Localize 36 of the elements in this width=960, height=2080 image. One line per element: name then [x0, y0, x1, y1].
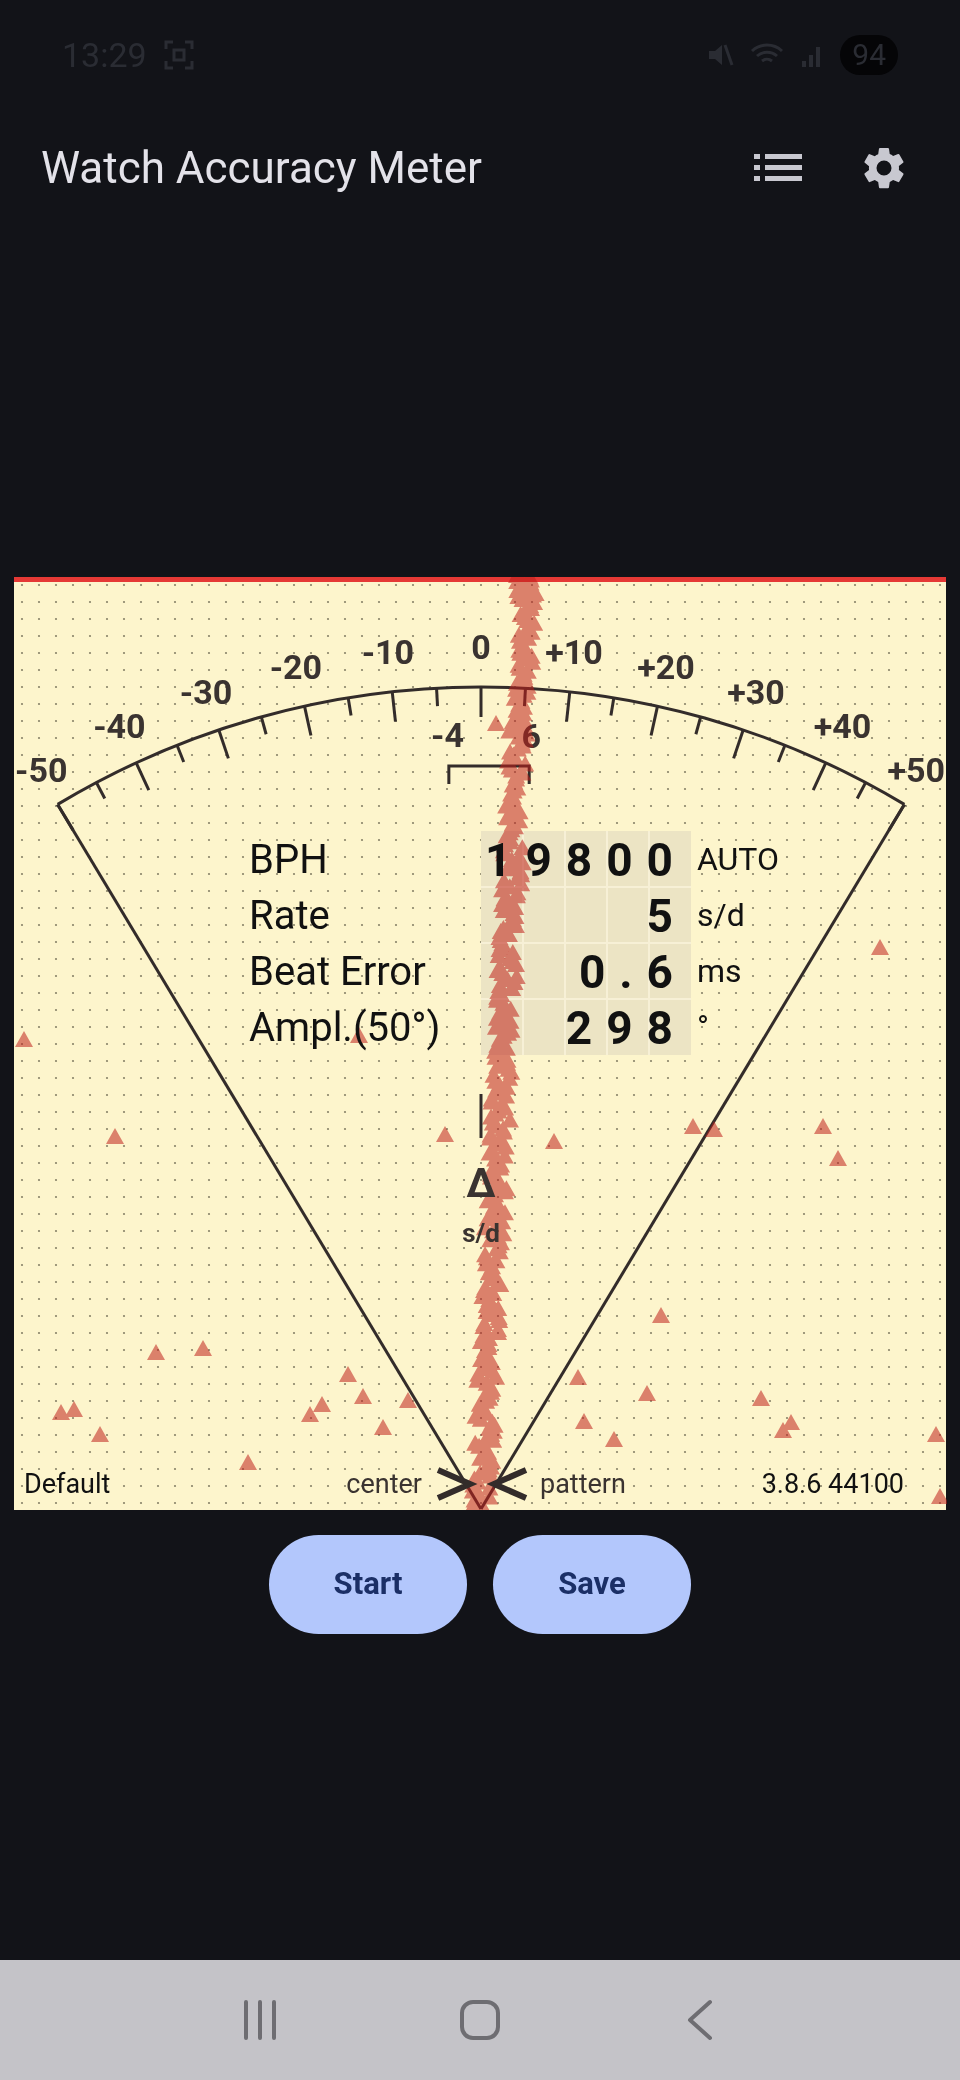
- screenshot-icon: [162, 39, 195, 71]
- reading-value: 19800: [485, 833, 687, 887]
- app-title: Watch Accuracy Meter: [41, 140, 483, 196]
- reading-label: Rate: [249, 892, 330, 939]
- reading-label: Beat Error: [249, 948, 426, 995]
- reading-value: 298: [565, 1001, 687, 1055]
- scale-label: -50: [15, 750, 68, 791]
- scale-label: +30: [727, 672, 785, 712]
- reading-label: Ampl.(50°): [249, 1004, 441, 1051]
- reading-unit: s/d: [697, 896, 745, 934]
- center-marker: [479, 1094, 483, 1138]
- scale-label: 0: [471, 627, 491, 667]
- reading-value: 0.6: [578, 945, 687, 999]
- scale-label: -40: [93, 706, 146, 747]
- delta-unit: s/d: [462, 1218, 500, 1248]
- scale-label: -10: [361, 632, 415, 673]
- reading-value: 5: [646, 889, 687, 943]
- reading-unit: °: [697, 1008, 709, 1046]
- pattern-hint: pattern: [540, 1468, 626, 1500]
- version-label: 3.8.6 44100: [761, 1468, 904, 1500]
- profile-label: Default: [24, 1468, 111, 1500]
- scale-label: +20: [637, 647, 695, 688]
- center-hint: center: [346, 1468, 422, 1500]
- reading-unit: AUTO: [697, 840, 780, 878]
- scale-label: +40: [813, 706, 872, 747]
- scale-label: +50: [887, 750, 945, 791]
- reading-label: BPH: [249, 836, 328, 883]
- scale-label: -20: [269, 647, 323, 688]
- chevron-left-icon: [486, 1467, 528, 1501]
- action-button[interactable]: Save: [493, 1535, 691, 1634]
- action-button[interactable]: Start: [269, 1535, 467, 1634]
- scale-label: +10: [545, 632, 603, 673]
- reading-unit: ms: [697, 952, 742, 990]
- tolerance-label: -4: [431, 714, 464, 755]
- chevron-right-icon: [436, 1467, 478, 1501]
- scale-label: -30: [179, 672, 233, 712]
